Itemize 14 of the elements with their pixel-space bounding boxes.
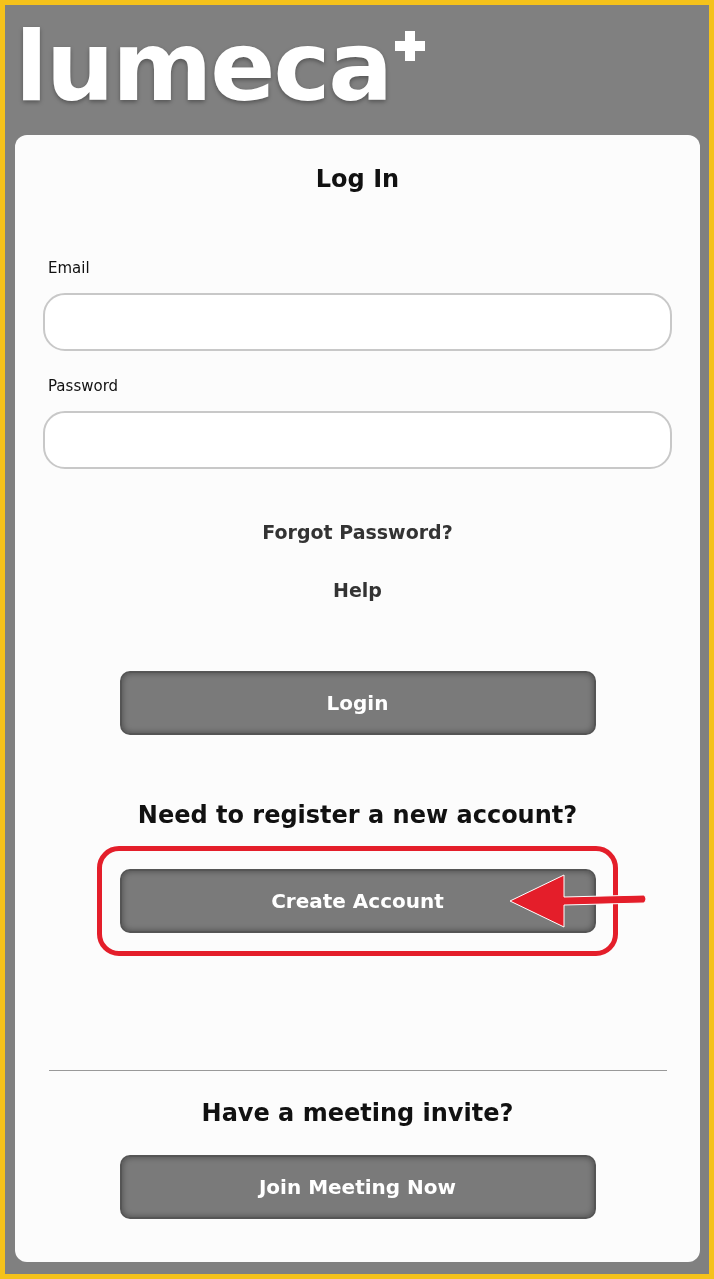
register-prompt: Need to register a new account? [137,801,578,829]
plus-icon [393,29,428,63]
join-meeting-button[interactable]: Join Meeting Now [119,1155,596,1219]
input-field[interactable] [43,293,672,351]
field-label: Password [48,377,119,395]
input-field[interactable] [43,411,672,469]
text-link[interactable]: Help [333,579,382,601]
login-title: Log In [315,165,400,193]
logo: lumeca [15,19,392,115]
field-label: Email [48,259,90,277]
create-account-button[interactable]: Create Account [119,869,596,933]
login-button[interactable]: Login [119,671,596,735]
text-link[interactable]: Forgot Password? [262,521,453,543]
meeting-prompt: Have a meeting invite? [201,1099,514,1127]
